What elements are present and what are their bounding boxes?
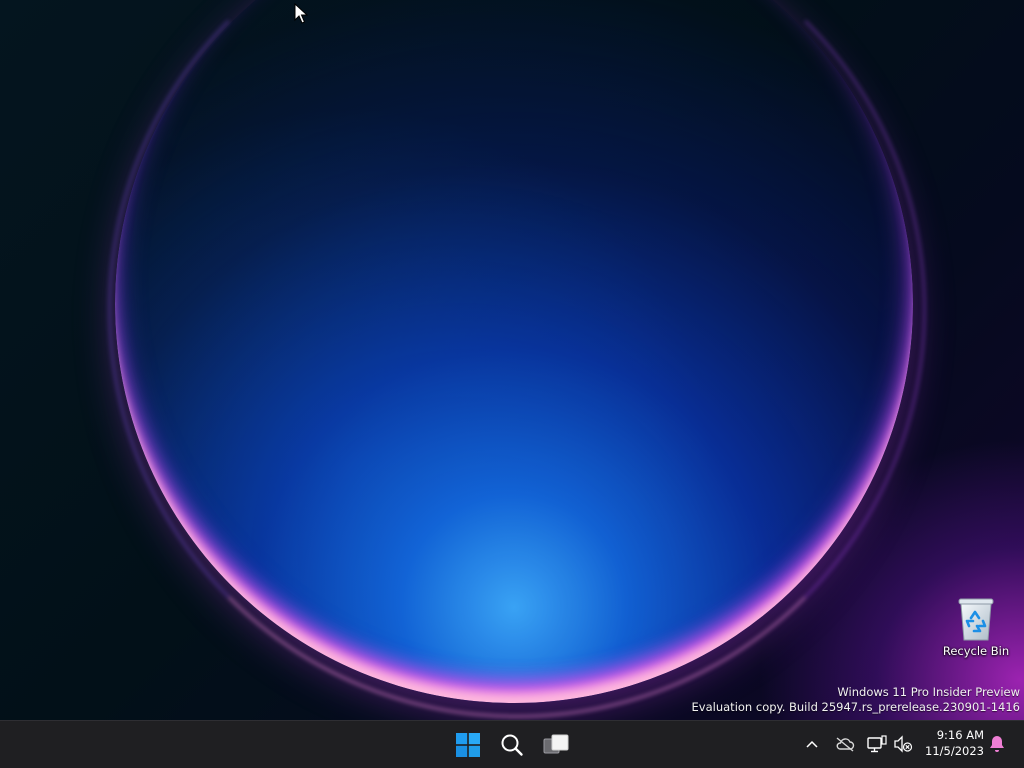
onedrive-tray-button[interactable] [834,733,856,755]
taskbar: 9:16 AM 11/5/2023 [0,720,1024,768]
wallpaper-orb-rim [108,0,926,718]
watermark-line-2: Evaluation copy. Build 25947.rs_prerelea… [691,700,1020,714]
watermark-line-1: Windows 11 Pro Insider Preview [837,685,1020,699]
clock-date: 11/5/2023 [925,744,984,758]
onedrive-offline-icon [836,737,855,752]
search-button[interactable] [492,725,532,765]
start-button[interactable] [448,725,488,765]
task-view-button[interactable] [536,725,576,765]
search-icon [501,734,523,756]
notifications-button[interactable] [986,733,1008,755]
volume-tray-button[interactable] [892,733,914,755]
network-tray-button[interactable] [866,733,888,755]
notification-bell-icon [990,736,1004,752]
recycle-bin-label: Recycle Bin [942,644,1010,658]
desktop-background [0,0,1024,720]
clock-time: 9:16 AM [936,728,984,742]
recycle-bin-icon [958,598,994,641]
chevron-up-icon [806,740,818,748]
show-hidden-icons-button[interactable] [801,733,823,755]
taskbar-clock[interactable]: 9:16 AM 11/5/2023 [920,727,984,763]
mouse-cursor-icon [294,3,308,24]
windows-logo-icon [456,733,480,757]
network-icon [867,735,887,753]
volume-muted-icon [894,735,913,753]
evaluation-watermark: Windows 11 Pro Insider Preview Evaluatio… [692,685,1020,715]
desktop-icon-recycle-bin[interactable]: Recycle Bin [942,596,1010,662]
task-view-icon [543,734,569,754]
